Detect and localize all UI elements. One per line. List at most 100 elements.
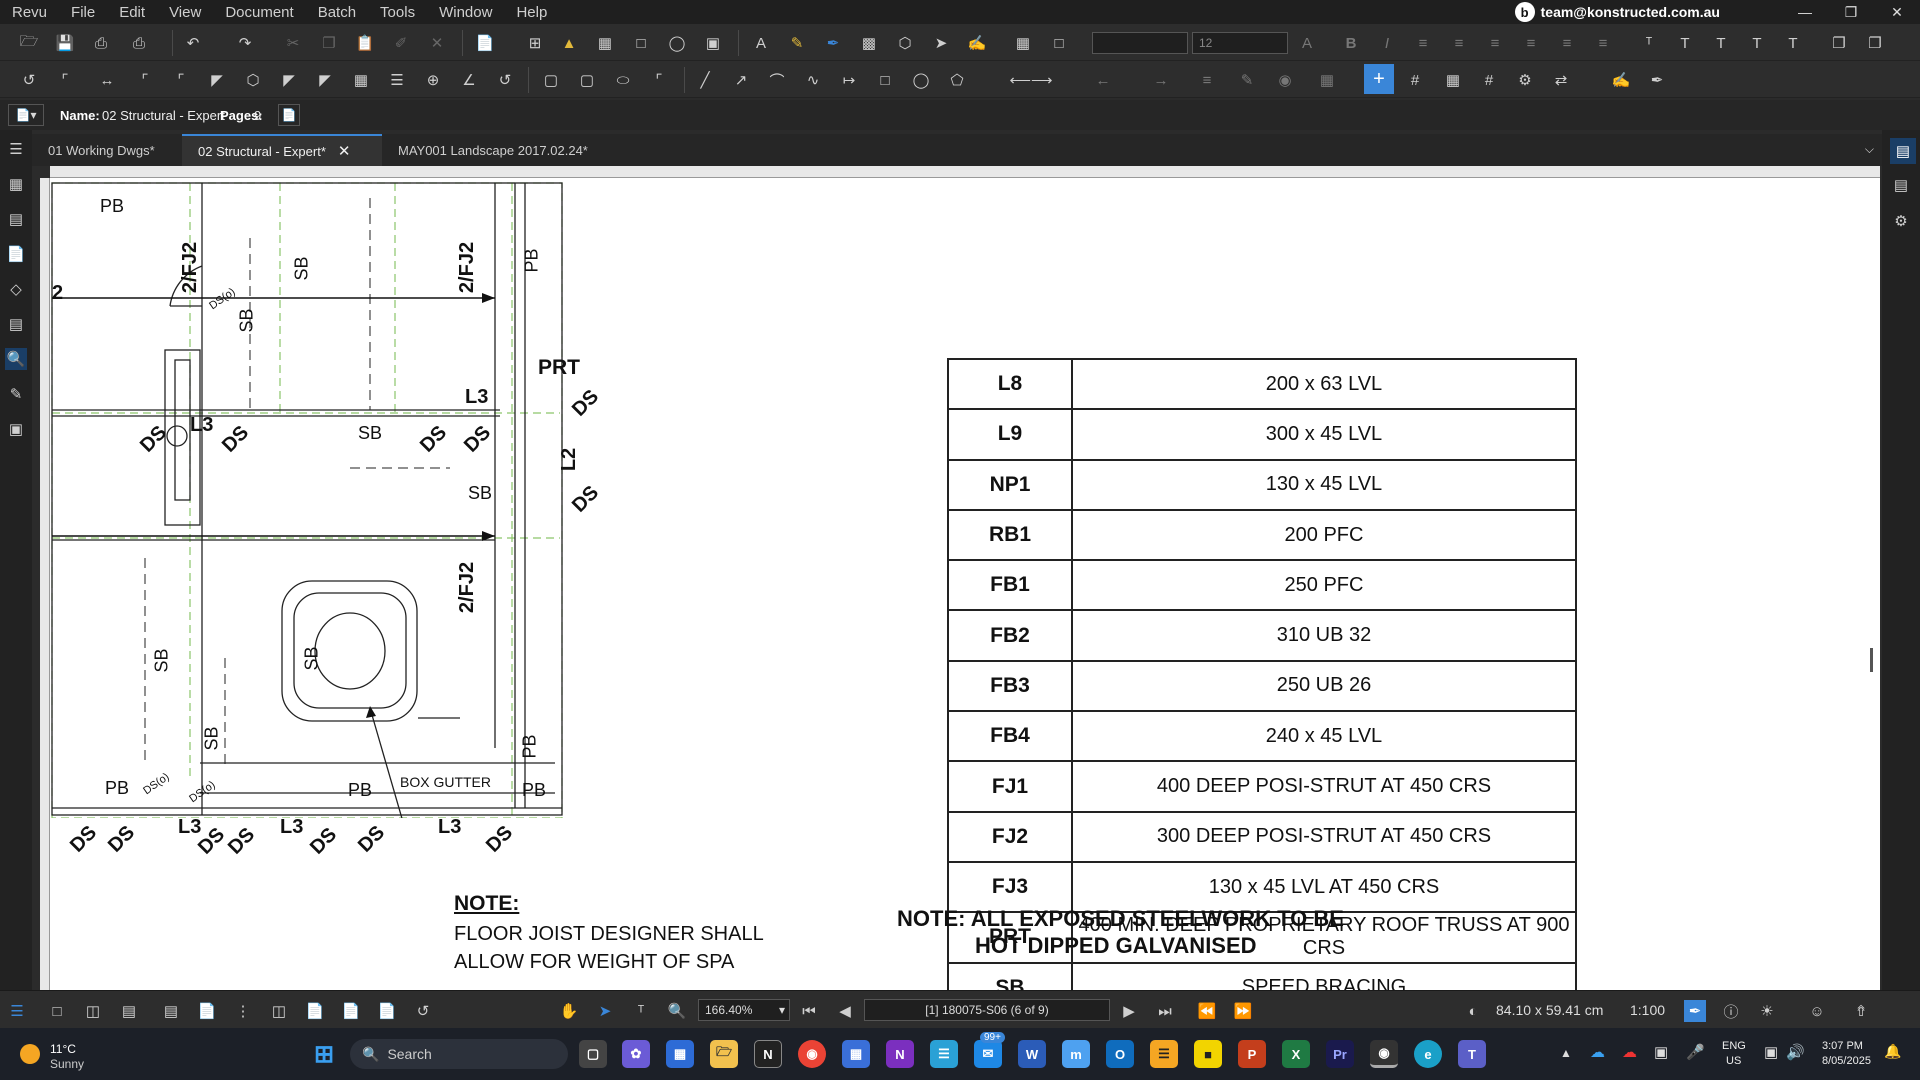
perimeter-icon[interactable]: ⌜ (170, 69, 192, 91)
panel-list-icon[interactable]: ☰ (6, 1000, 28, 1022)
account-area[interactable]: b team@konstructed.com.au (1514, 2, 1720, 22)
lasso-icon[interactable]: ◯ (666, 32, 688, 54)
copilot-icon[interactable]: ✿ (622, 1040, 650, 1068)
angle-icon[interactable]: ∠ (458, 69, 480, 91)
bold-icon[interactable]: B (1340, 32, 1362, 54)
polygon-area-icon[interactable]: ◤ (314, 69, 336, 91)
menu-tools[interactable]: Tools (368, 4, 427, 21)
text-style-3-icon[interactable]: T (1746, 32, 1768, 54)
line-color-icon[interactable]: ✎ (1236, 69, 1258, 91)
format-painter-icon[interactable]: ✐ (390, 32, 412, 54)
prev-page-icon[interactable]: ◀ (834, 1000, 856, 1022)
tab-close-icon[interactable]: ✕ (338, 142, 351, 160)
brightness-icon[interactable]: ☀ (1756, 1000, 1778, 1022)
menu-batch[interactable]: Batch (306, 4, 368, 21)
export-icon[interactable]: ⇮ (1850, 1000, 1872, 1022)
sync-icon[interactable]: ⇄ (1550, 69, 1572, 91)
bell-icon[interactable]: ▲ (558, 32, 580, 54)
layers-icon[interactable]: ◇ (5, 278, 27, 300)
snapshot-icon[interactable]: ▣ (702, 32, 724, 54)
thumbnails-icon[interactable]: ☰ (5, 138, 27, 160)
ellipse-icon[interactable]: ◯ (910, 69, 932, 91)
search-panel-icon[interactable]: 🔍 (5, 348, 27, 370)
file-access-icon[interactable]: ▤ (5, 208, 27, 230)
side-by-side-icon[interactable]: ◫ (268, 1000, 290, 1022)
align-bottom-icon[interactable]: ≡ (1592, 32, 1614, 54)
print-icon[interactable]: ⎙ (90, 32, 112, 54)
rectangle-icon[interactable]: □ (874, 69, 896, 91)
outlook-icon[interactable]: O (1106, 1040, 1134, 1068)
count-icon[interactable]: ▦ (350, 69, 372, 91)
crop-icon[interactable]: ⊞ (524, 32, 546, 54)
text-box-icon[interactable]: A (750, 32, 772, 54)
redo-icon[interactable]: ↷ (234, 32, 256, 54)
powerpoint-icon[interactable]: P (1238, 1040, 1266, 1068)
callout-icon[interactable]: ➤ (930, 32, 952, 54)
select-text-tool-icon[interactable]: ᵀ (630, 1000, 652, 1022)
cut-icon[interactable]: ✂ (282, 32, 304, 54)
measure-1-icon[interactable]: ↺ (18, 69, 40, 91)
taskbar-search[interactable]: 🔍 Search (350, 1039, 568, 1069)
tab-working-dwgs[interactable]: 01 Working Dwgs* (32, 134, 182, 166)
menu-edit[interactable]: Edit (107, 4, 157, 21)
vertical-scrollbar-thumb[interactable] (1870, 648, 1873, 672)
save-icon[interactable]: 💾 (54, 32, 76, 54)
document-menu-icon[interactable]: 📄▾ (8, 104, 44, 126)
ellipse-cloud-icon[interactable]: ⬭ (612, 69, 634, 91)
user-icon[interactable]: ☺ (1806, 1000, 1828, 1022)
next-page-icon[interactable]: ▶ (1118, 1000, 1140, 1022)
cutout-icon[interactable]: ◤ (278, 69, 300, 91)
split-vertical-icon[interactable]: ◫ (82, 1000, 104, 1022)
word-icon[interactable]: W (1018, 1040, 1046, 1068)
edge-icon[interactable]: e (1414, 1040, 1442, 1068)
page-scale[interactable]: 1:100 (1630, 1002, 1665, 1018)
continuous-icon[interactable]: ⋮ (232, 1000, 254, 1022)
font-color-icon[interactable]: A (1296, 32, 1318, 54)
radius-icon[interactable]: ⊕ (422, 69, 444, 91)
image-icon[interactable]: ▦ (1012, 32, 1034, 54)
arc-measure-icon[interactable]: ↺ (494, 69, 516, 91)
stamp-icon[interactable]: ▩ (858, 32, 880, 54)
single-view-icon[interactable]: □ (46, 1000, 68, 1022)
drawing-canvas[interactable]: PB 2/FJ2 2 DS(o) SB SB 2/FJ2 PB PRT L3 D… (50, 178, 1880, 990)
dimension-icon[interactable]: ↦ (838, 69, 860, 91)
zoom-level-field[interactable]: 166.40% ▾ (698, 999, 790, 1021)
volume-icon[interactable]: 🔊 (1786, 1043, 1805, 1061)
display-icon[interactable]: ▣ (1654, 1043, 1668, 1061)
cloud-icon[interactable]: ▢ (540, 69, 562, 91)
area-icon[interactable]: ◤ (206, 69, 228, 91)
notion-icon[interactable]: N (754, 1040, 782, 1068)
rectangle-cloud-icon[interactable]: ▢ (576, 69, 598, 91)
text-style-1-icon[interactable]: T (1674, 32, 1696, 54)
file-explorer-icon[interactable]: 🗁 (710, 1040, 738, 1068)
minimize-icon[interactable]: — (1782, 0, 1828, 24)
grid-icon[interactable]: # (1404, 69, 1426, 91)
restore-icon[interactable]: ❐ (1828, 0, 1874, 24)
page-properties-icon[interactable]: 📄 (278, 104, 300, 126)
markup-snap-icon[interactable]: ⚙ (1514, 69, 1536, 91)
capture-icon[interactable]: □ (1048, 32, 1070, 54)
arrow-icon[interactable]: ↗ (730, 69, 752, 91)
layers-pages-icon[interactable]: 📄 (5, 243, 27, 265)
volume-icon[interactable]: ⬡ (242, 69, 264, 91)
menu-revu[interactable]: Revu (0, 4, 59, 21)
chrome-icon[interactable]: ◉ (798, 1040, 826, 1068)
copy-icon[interactable]: ❐ (318, 32, 340, 54)
last-page-icon[interactable]: ⏭ (1154, 1000, 1176, 1022)
line-end-icon[interactable]: → (1136, 69, 1186, 91)
tab-list-chevron-icon[interactable]: ⌵ (1865, 142, 1874, 157)
links-icon[interactable]: ▤ (5, 313, 27, 335)
polygon-icon[interactable]: ⬠ (946, 69, 968, 91)
highlight-icon[interactable]: ✎ (786, 32, 808, 54)
premiere-icon[interactable]: Pr (1326, 1040, 1354, 1068)
microphone-icon[interactable]: 🎤 (1686, 1043, 1705, 1061)
network-icon[interactable]: ▣ (1764, 1043, 1778, 1061)
task-view-icon[interactable]: ▢ (579, 1040, 607, 1068)
actual-size-icon[interactable]: 📄 (376, 1000, 398, 1022)
bluebeam-icon[interactable]: ◉ (1370, 1040, 1398, 1068)
markups-list-icon[interactable]: ▣ (5, 418, 27, 440)
sign-icon[interactable]: ✍ (966, 32, 988, 54)
previous-view-icon[interactable]: ⏪ (1196, 1000, 1218, 1022)
bookmarks-icon[interactable]: ▦ (5, 173, 27, 195)
arc-icon[interactable]: ⌒ (766, 69, 788, 91)
